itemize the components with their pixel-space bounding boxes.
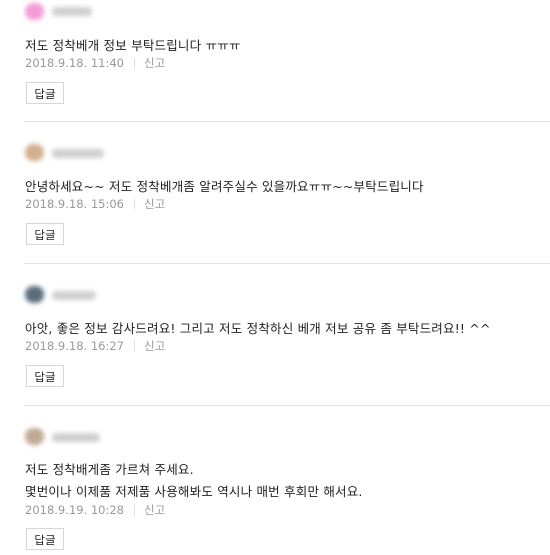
comment-date: 2018.9.18. 16:27: [25, 339, 124, 353]
comment-divider: [24, 405, 550, 406]
comment-meta: 2018.9.19. 10:28 신고: [25, 502, 165, 518]
comment-text: 안녕하세요~~ 저도 정착베개좀 알려주실수 있을까요ㅠㅠ~~부탁드립니다: [25, 179, 424, 194]
reply-button[interactable]: 답글: [26, 528, 64, 550]
report-link[interactable]: 신고: [144, 503, 165, 517]
comment-date: 2018.9.18. 15:06: [25, 197, 124, 211]
comment-text: 저도 정착배게좀 가르쳐 주세요.: [25, 462, 194, 477]
meta-divider: [133, 199, 135, 209]
report-link[interactable]: 신고: [144, 56, 165, 70]
reply-button[interactable]: 답글: [26, 82, 64, 104]
nickname-blurred[interactable]: [52, 433, 100, 442]
comment-text: 아앗, 좋은 정보 감사드려요! 그리고 저도 정착하신 베개 저보 공유 좀 …: [25, 321, 491, 336]
nickname-blurred[interactable]: [52, 149, 104, 158]
avatar[interactable]: [25, 286, 44, 303]
comment-date: 2018.9.19. 10:28: [25, 503, 124, 517]
meta-divider: [133, 58, 135, 68]
comment-meta: 2018.9.18. 16:27 신고: [25, 338, 165, 354]
nickname-blurred[interactable]: [52, 7, 92, 16]
comment-text: 저도 정착베개 정보 부탁드립니다 ㅠㅠㅠ: [25, 38, 241, 53]
comment-divider: [24, 121, 550, 122]
nickname-blurred[interactable]: [52, 291, 96, 300]
report-link[interactable]: 신고: [144, 197, 165, 211]
avatar[interactable]: [25, 144, 44, 161]
report-link[interactable]: 신고: [144, 339, 165, 353]
comment-divider: [24, 263, 550, 264]
comment-date: 2018.9.18. 11:40: [25, 56, 124, 70]
reply-button[interactable]: 답글: [26, 223, 64, 245]
avatar[interactable]: [25, 428, 44, 445]
meta-divider: [133, 341, 135, 351]
comment-meta: 2018.9.18. 11:40 신고: [25, 55, 165, 71]
comment-text: 몇번이나 이제품 저제품 사용해봐도 역시나 매번 후회만 해서요.: [25, 484, 363, 499]
reply-button[interactable]: 답글: [26, 365, 64, 387]
comment-meta: 2018.9.18. 15:06 신고: [25, 196, 165, 212]
meta-divider: [133, 505, 135, 515]
avatar[interactable]: [25, 3, 44, 20]
